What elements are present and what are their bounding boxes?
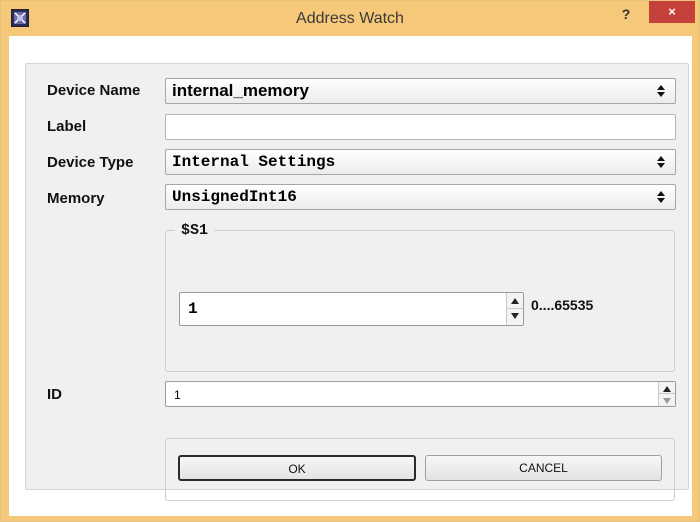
cancel-button[interactable]: CANCEL [425,455,662,481]
spin-up-icon[interactable] [507,293,523,309]
id-spinbox[interactable]: 1 [165,381,676,407]
device-name-value: internal_memory [172,81,309,100]
ok-button[interactable]: OK [178,455,416,481]
memory-value: UnsignedInt16 [172,188,297,206]
id-label: ID [47,386,62,403]
id-value: 1 [174,388,181,402]
help-icon[interactable]: ? [615,3,637,25]
spin-buttons [506,293,523,325]
device-type-select[interactable]: Internal Settings [165,149,676,175]
label-field-label: Label [47,118,87,135]
label-input[interactable] [165,114,676,140]
spin-down-icon[interactable] [659,394,675,406]
memory-label: Memory [47,190,105,207]
s1-group-title: $S1 [175,222,215,239]
memory-select[interactable]: UnsignedInt16 [165,184,676,210]
device-name-label: Device Name [47,82,141,99]
combo-arrows-icon [657,156,665,168]
spin-down-icon[interactable] [507,309,523,325]
s1-range-label: 0....65535 [531,297,594,313]
close-icon[interactable]: × [649,1,695,23]
s1-value: 1 [188,300,198,318]
combo-arrows-icon [657,191,665,203]
s1-value-spinbox[interactable]: 1 [179,292,524,326]
device-type-label: Device Type [47,154,134,171]
device-name-select[interactable]: internal_memory [165,78,676,104]
combo-arrows-icon [657,85,665,97]
device-type-value: Internal Settings [172,153,336,171]
title-bar[interactable]: Address Watch ? × [1,1,699,36]
window-title: Address Watch [296,10,404,27]
spin-buttons [658,382,675,406]
spin-up-icon[interactable] [659,382,675,394]
